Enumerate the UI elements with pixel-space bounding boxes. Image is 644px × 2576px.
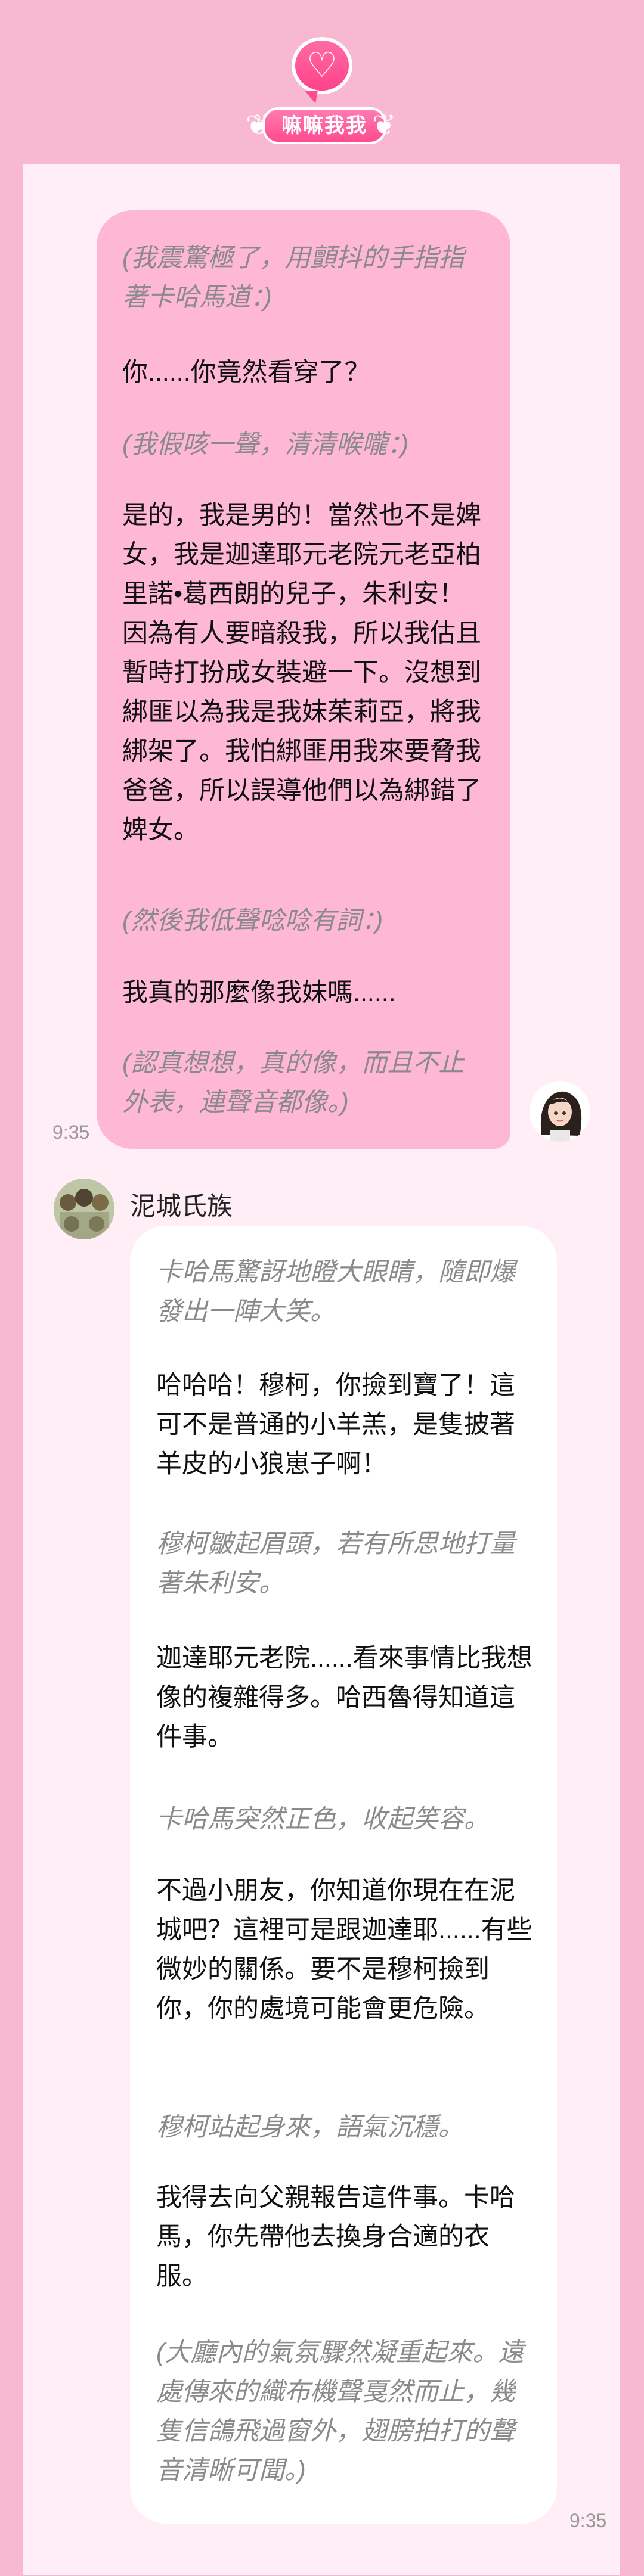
self-dialogue-2: 是的，我是男的！當然也不是婢女，我是迦達耶元老院元老亞柏里諾•葛西朗的兒子，朱利…: [122, 501, 481, 844]
other-dialogue-2: 迦達耶元老院......看來事情比我想像的複雜得多。哈西魯得知道這件事。: [156, 1644, 532, 1751]
heart-icon: ♡: [306, 45, 338, 85]
other-dialogue-3: 不過小朋友，你知道你現在在泥城吧？這裡可是跟迦達耶......有些微妙的關係。要…: [156, 1876, 532, 2023]
other-timestamp: 9:35: [569, 2510, 607, 2531]
clan-avatar[interactable]: [54, 1179, 114, 1239]
other-narration-4: 穆柯站起身來，語氣沉穩。: [156, 2113, 464, 2142]
other-dialogue-4: 我得去向父親報告這件事。卡哈馬，你先帶他去換身合適的衣服。: [156, 2183, 515, 2291]
logo-title: 嘛嘛我我: [262, 107, 386, 144]
other-narration-1: 卡哈馬驚訝地瞪大眼睛，隨即爆發出一陣大笑。: [156, 1258, 515, 1326]
logo-heart-bubble-icon: ♡: [292, 37, 352, 104]
right-wing-icon: ❦: [372, 108, 397, 142]
self-dialogue-1: 你......你竟然看穿了？: [122, 358, 370, 387]
app-header: ♡ ❦ 嘛嘛我我 ❦: [0, 0, 644, 164]
self-timestamp: 9:35: [52, 1121, 90, 1143]
other-narration-2: 穆柯皺起眉頭，若有所思地打量著朱利安。: [156, 1530, 515, 1598]
other-dialogue-1: 哈哈哈！穆柯，你撿到寶了！這可不是普通的小羊羔，是隻披著羊皮的小狼崽子啊！: [156, 1371, 515, 1478]
other-narration-3: 卡哈馬突然正色，收起笑容。: [156, 1805, 490, 1834]
self-narration-3: (然後我低聲唸唸有詞：): [122, 906, 383, 935]
self-narration-4: (認真想想，真的像，而且不止外表，連聲音都像。): [122, 1049, 465, 1117]
self-narration-2: (我假咳一聲，清清喉嚨：): [122, 430, 409, 459]
girl-avatar-icon: [530, 1082, 590, 1142]
self-dialogue-3: 我真的那麼像我妹嗎......: [122, 978, 396, 1007]
sender-name: 泥城氏族: [130, 1192, 233, 1221]
self-narration-1: (我震驚極了，用顫抖的手指指著卡哈馬道：): [122, 244, 465, 312]
group-avatar-icon: [54, 1179, 114, 1239]
other-narration-5: (大廳內的氣氛驟然凝重起來。遠處傳來的織布機聲戛然而止，幾隻信鴿飛過窗外，翅膀拍…: [156, 2338, 524, 2485]
self-avatar[interactable]: [530, 1081, 590, 1142]
